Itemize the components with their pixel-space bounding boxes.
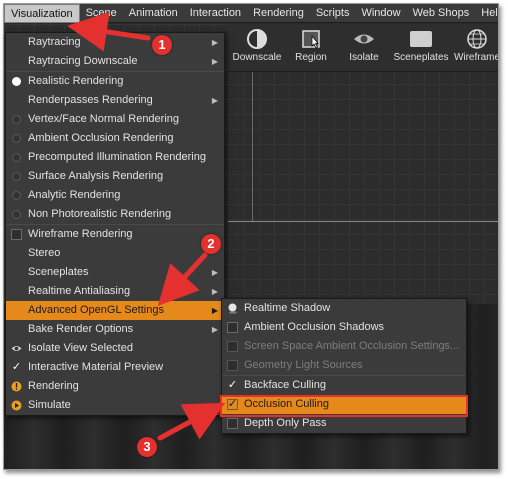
annotation-marker-3: 3: [137, 437, 157, 457]
annotation-marker-1: 1: [152, 35, 172, 55]
annotation-arrow-2: [157, 252, 208, 307]
annotation-marker-2: 2: [201, 234, 221, 254]
annotation-arrows: [67, 11, 226, 441]
annotation-arrow-3: [157, 402, 226, 441]
annotation-arrow-1: [67, 11, 151, 52]
